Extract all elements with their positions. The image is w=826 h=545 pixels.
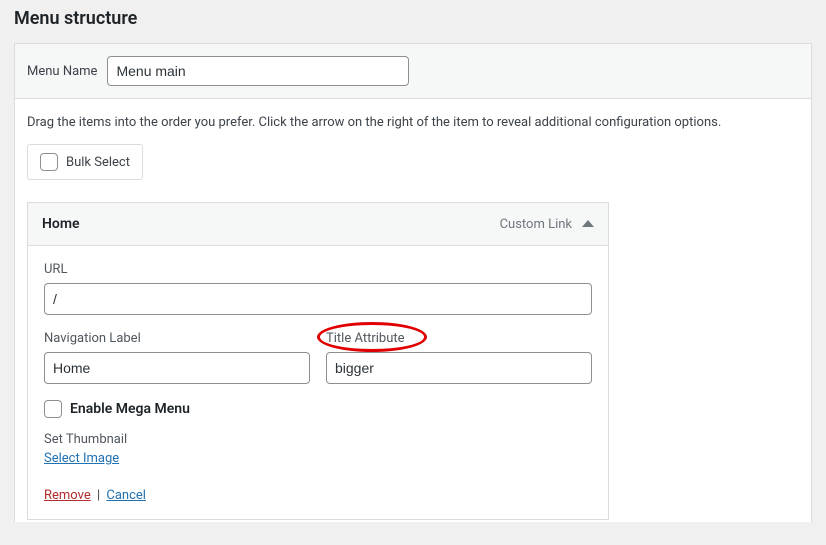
menu-name-input[interactable] [107,56,409,86]
bulk-select-checkbox[interactable] [40,153,58,171]
set-thumbnail-label: Set Thumbnail [44,432,592,447]
url-input[interactable] [44,283,592,315]
section-title: Menu structure [14,0,812,43]
enable-mega-menu-row[interactable]: Enable Mega Menu [44,400,592,418]
select-image-link[interactable]: Select Image [44,451,119,466]
menu-name-row: Menu Name [15,44,811,99]
nav-label-label: Navigation Label [44,331,310,346]
helper-text: Drag the items into the order you prefer… [27,115,799,130]
menu-item: Home Custom Link URL Navigation Label [27,202,609,520]
enable-mega-menu-label: Enable Mega Menu [70,401,190,417]
menu-item-title: Home [42,216,80,232]
url-label: URL [44,262,592,277]
menu-body: Drag the items into the order you prefer… [15,99,811,522]
action-separator: | [97,488,100,503]
menu-item-header[interactable]: Home Custom Link [28,203,608,246]
remove-link[interactable]: Remove [44,488,91,503]
title-attribute-input[interactable] [326,352,592,384]
enable-mega-menu-checkbox[interactable] [44,400,62,418]
menu-name-label: Menu Name [27,64,97,79]
bulk-select-toggle[interactable]: Bulk Select [27,144,143,180]
title-attribute-label: Title Attribute [326,331,592,346]
bulk-select-label: Bulk Select [66,155,130,170]
menu-item-type-label: Custom Link [500,217,572,232]
menu-structure-box: Menu Name Drag the items into the order … [14,43,812,522]
nav-label-input[interactable] [44,352,310,384]
menu-item-settings: URL Navigation Label Title Attribute [28,246,608,519]
chevron-up-icon[interactable] [582,220,594,227]
cancel-link[interactable]: Cancel [106,488,146,503]
